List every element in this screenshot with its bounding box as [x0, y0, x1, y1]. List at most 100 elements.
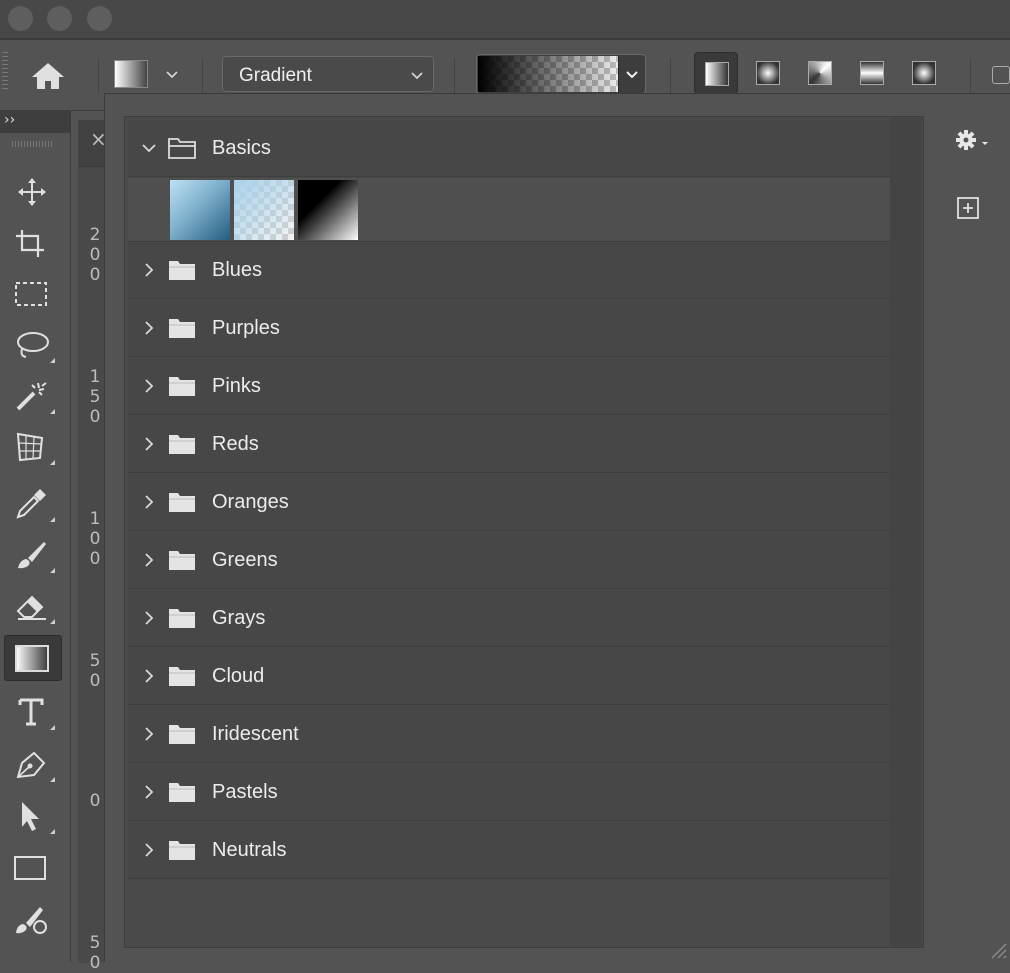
- type-icon: [18, 698, 44, 726]
- folder-icon: [169, 609, 195, 628]
- add-square-icon: [957, 197, 979, 219]
- gradient-swatch-light-blue-transparent[interactable]: [234, 180, 294, 240]
- pen-tool[interactable]: [4, 741, 62, 787]
- close-window-button[interactable]: [8, 6, 33, 31]
- tool-flyout-indicator: [50, 358, 55, 363]
- gradient-tool[interactable]: [4, 635, 62, 681]
- gradient-group-reds[interactable]: Reds: [128, 416, 890, 473]
- marquee-tool[interactable]: [4, 271, 62, 317]
- eyedropper-tool[interactable]: [4, 481, 62, 527]
- angle-gradient-button[interactable]: [798, 52, 842, 94]
- expand-panel-icon: ››: [4, 112, 16, 128]
- preset-list-scrollbar[interactable]: [890, 118, 922, 946]
- tool-flyout-indicator: [50, 619, 55, 624]
- reflected-gradient-button[interactable]: [850, 52, 894, 94]
- options-separator: [454, 58, 455, 94]
- lasso-tool[interactable]: [4, 322, 62, 368]
- gradient-group-name: Basics: [212, 137, 271, 159]
- rectangle-tool[interactable]: [4, 845, 62, 891]
- gradient-group-oranges[interactable]: Oranges: [128, 474, 890, 531]
- chevron-right-icon[interactable]: [142, 378, 156, 394]
- folder-icon: [169, 261, 195, 280]
- gradient-group-purples[interactable]: Purples: [128, 300, 890, 357]
- chevron-right-icon[interactable]: [142, 610, 156, 626]
- gradient-mode-select[interactable]: Gradient: [222, 56, 434, 92]
- folder-icon: [169, 551, 195, 570]
- folder-icon: [169, 319, 195, 338]
- popup-resize-handle[interactable]: [986, 938, 1008, 960]
- diamond-gradient-button[interactable]: [902, 52, 946, 94]
- gradient-group-neutrals[interactable]: Neutrals: [128, 822, 890, 879]
- chevron-down-icon[interactable]: [142, 140, 156, 156]
- tool-flyout-indicator: [50, 409, 55, 414]
- options-bar-grip[interactable]: [2, 52, 8, 92]
- gradient-group-iridescent[interactable]: Iridescent: [128, 706, 890, 763]
- zoom-window-button[interactable]: [87, 6, 112, 31]
- brush-icon: [18, 542, 46, 569]
- chevron-right-icon[interactable]: [142, 668, 156, 684]
- gradient-group-blues[interactable]: Blues: [128, 242, 890, 299]
- new-preset-group-button[interactable]: [956, 196, 980, 220]
- gradient-swatch-blue[interactable]: [170, 180, 230, 240]
- radial-gradient-button[interactable]: [746, 52, 790, 94]
- tool-preset-preview[interactable]: [114, 60, 148, 88]
- gradient-group-pinks[interactable]: Pinks: [128, 358, 890, 415]
- chevron-right-icon[interactable]: [142, 262, 156, 278]
- tool-preset-chevron-icon[interactable]: [164, 66, 180, 82]
- chevron-right-icon[interactable]: [142, 320, 156, 336]
- diamond-gradient-icon: [912, 61, 936, 85]
- chevron-right-icon[interactable]: [142, 436, 156, 452]
- angle-gradient-icon: [808, 61, 832, 85]
- reverse-checkbox[interactable]: [992, 66, 1010, 84]
- gradient-group-name: Reds: [212, 433, 259, 455]
- tools-panel-grip[interactable]: [12, 141, 52, 147]
- linear-gradient-icon: [705, 62, 729, 86]
- brush-tool[interactable]: [4, 532, 62, 578]
- chevron-right-icon[interactable]: [142, 726, 156, 742]
- perspective-crop-tool[interactable]: [4, 424, 62, 470]
- gradient-group-basics[interactable]: Basics: [128, 120, 890, 177]
- path-selection-tool[interactable]: [4, 793, 62, 839]
- gradient-group-grays[interactable]: Grays: [128, 590, 890, 647]
- move-tool[interactable]: [4, 169, 62, 215]
- tool-flyout-indicator: [50, 777, 55, 782]
- gradient-group-name: Oranges: [212, 491, 289, 513]
- home-button[interactable]: [28, 58, 68, 94]
- current-gradient-swatch[interactable]: [478, 56, 620, 92]
- color-replacement-tool[interactable]: [4, 897, 62, 943]
- radial-gradient-icon: [756, 61, 780, 85]
- ruler-tick-label: 2 0 0: [89, 225, 101, 285]
- gradient-swatch-black-white[interactable]: [298, 180, 358, 240]
- crop-icon: [16, 230, 44, 257]
- chevron-right-icon[interactable]: [142, 552, 156, 568]
- minimize-window-button[interactable]: [47, 6, 72, 31]
- tools-panel-header[interactable]: ››: [0, 111, 70, 133]
- eraser-tool[interactable]: [4, 583, 62, 629]
- chevron-right-icon[interactable]: [142, 494, 156, 510]
- options-separator: [98, 58, 99, 94]
- chevron-right-icon[interactable]: [142, 842, 156, 858]
- gradient-icon: [15, 645, 49, 672]
- chevron-down-icon: [626, 71, 638, 79]
- magic-wand-tool[interactable]: [4, 373, 62, 419]
- gear-icon: [956, 130, 988, 150]
- gradient-picker-toggle[interactable]: [618, 55, 645, 93]
- chevron-right-icon[interactable]: [142, 784, 156, 800]
- settings-menu-button[interactable]: [954, 128, 990, 152]
- linear-gradient-button[interactable]: [694, 52, 738, 94]
- rectangle-icon: [14, 856, 46, 880]
- gradient-group-cloud[interactable]: Cloud: [128, 648, 890, 705]
- rectangular-marquee-icon: [15, 282, 47, 306]
- tool-flyout-indicator: [50, 725, 55, 730]
- type-tool[interactable]: [4, 689, 62, 735]
- arrow-cursor-icon: [22, 802, 39, 831]
- vertical-ruler[interactable]: 2 0 0 1 5 0 1 0 0 5 0 0 5 0: [78, 166, 104, 973]
- gradient-editor-preview[interactable]: [476, 54, 646, 94]
- reflected-gradient-icon: [860, 61, 884, 85]
- magic-wand-icon: [16, 382, 47, 411]
- ruler-tick-label: 0: [89, 791, 101, 811]
- gradient-group-pastels[interactable]: Pastels: [128, 764, 890, 821]
- crop-tool[interactable]: [4, 220, 62, 266]
- gradient-group-name: Pinks: [212, 375, 261, 397]
- gradient-group-greens[interactable]: Greens: [128, 532, 890, 589]
